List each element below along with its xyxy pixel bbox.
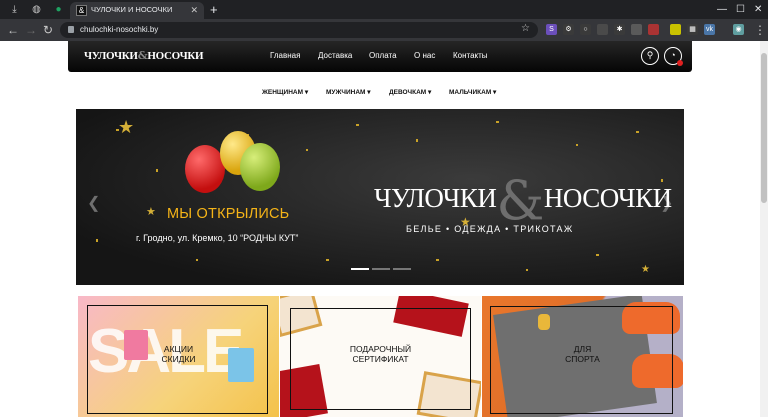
- download-icon[interactable]: ⤓: [8, 3, 21, 16]
- extension-grid-icon[interactable]: ▦: [687, 24, 698, 35]
- confetti: [436, 259, 439, 261]
- banner-headline: МЫ ОТКРЫЛИСЬ: [167, 206, 290, 222]
- confetti: [306, 149, 308, 151]
- page-scrollbar[interactable]: [760, 41, 768, 417]
- minimize-button[interactable]: —: [717, 3, 727, 16]
- slide-indicator[interactable]: [372, 268, 390, 270]
- confetti: [326, 259, 329, 261]
- category-boys-label: МАЛЬЧИКАМ: [449, 89, 492, 96]
- cart-icon[interactable]: ◔: [664, 47, 683, 66]
- banner-address: г. Гродно, ул. Кремко, 10 “РОДНЫ КУТ”: [136, 233, 299, 243]
- extension-gray-icon[interactable]: [597, 24, 608, 35]
- banner-logo: ЧУЛОЧКИ&НОСОЧКИ: [374, 169, 672, 232]
- nav-link-payment[interactable]: Оплата: [369, 51, 397, 60]
- confetti: [526, 269, 528, 271]
- logo-text-right: НОСОЧКИ: [147, 50, 204, 62]
- site-favicon-icon: &: [76, 5, 87, 16]
- extension-red-icon[interactable]: [648, 24, 659, 35]
- category-girls[interactable]: ДЕВОЧКАМ ▾: [389, 88, 431, 96]
- confetti: [416, 139, 418, 142]
- new-tab-button[interactable]: +: [210, 3, 218, 16]
- scrollbar-thumb[interactable]: [761, 53, 767, 203]
- banner-logo-left: ЧУЛОЧКИ: [374, 183, 497, 213]
- card-label-sale: АКЦИИ СКИДКИ: [161, 344, 196, 364]
- confetti: [636, 131, 639, 133]
- cart-badge: [677, 60, 683, 66]
- menu-dots-icon[interactable]: ⋮: [754, 23, 766, 37]
- lock-icon: [68, 26, 74, 33]
- tab-title: ЧУЛОЧКИ И НОСОЧКИ: [91, 5, 173, 14]
- category-women[interactable]: ЖЕНЩИНАМ ▾: [262, 88, 308, 96]
- web-page: ЧУЛОЧКИ&НОСОЧКИ Главная Доставка Оплата …: [0, 41, 760, 417]
- back-arrow-icon[interactable]: ←: [7, 23, 19, 37]
- bookmark-star-icon[interactable]: ☆: [521, 23, 530, 34]
- nav-link-contacts[interactable]: Контакты: [453, 51, 488, 60]
- confetti: [96, 239, 98, 242]
- card-label-sport: ДЛЯ СПОРТА: [565, 344, 600, 364]
- category-men[interactable]: МУЖЧИНАМ ▾: [326, 88, 371, 96]
- vk-icon[interactable]: vk: [704, 24, 715, 35]
- confetti: [596, 254, 599, 256]
- nav-link-home[interactable]: Главная: [270, 51, 300, 60]
- extension-yellow-icon[interactable]: [670, 24, 681, 35]
- address-bar[interactable]: chulochki-nosochki.by ☆: [60, 22, 538, 38]
- nav-link-about[interactable]: О нас: [414, 51, 435, 60]
- browser-tab-active[interactable]: & ЧУЛОЧКИ И НОСОЧКИ ✕: [70, 2, 204, 19]
- globe-icon[interactable]: ◍: [30, 3, 43, 16]
- slide-indicator[interactable]: [393, 268, 411, 270]
- extension-box-icon[interactable]: [631, 24, 642, 35]
- banner-logo-ampersand: &: [496, 169, 544, 232]
- grammarly-icon[interactable]: ●: [52, 3, 65, 16]
- site-header: ЧУЛОЧКИ&НОСОЧКИ Главная Доставка Оплата …: [68, 41, 692, 72]
- confetti: [156, 169, 158, 172]
- promo-card-gift[interactable]: ПОДАРОЧНЫЙ СЕРТИФИКАТ: [280, 296, 481, 417]
- android-icon[interactable]: ◉: [733, 24, 744, 35]
- confetti: [496, 121, 499, 123]
- logo-text-left: ЧУЛОЧКИ: [84, 50, 138, 62]
- category-girls-label: ДЕВОЧКАМ: [389, 89, 427, 96]
- browser-tabbar: ⤓ ◍ ● & ЧУЛОЧКИ И НОСОЧКИ ✕ + — ☐ ✕: [0, 0, 768, 19]
- banner-tagline: БЕЛЬЕ • ОДЕЖДА • ТРИКОТАЖ: [406, 224, 574, 234]
- forward-arrow-icon[interactable]: →: [25, 23, 37, 37]
- banner-logo-right: НОСОЧКИ: [543, 183, 672, 213]
- extension-gear-icon[interactable]: ⚙: [563, 24, 574, 35]
- nav-link-delivery[interactable]: Доставка: [318, 51, 352, 60]
- category-women-label: ЖЕНЩИНАМ: [262, 89, 304, 96]
- extension-bug-icon[interactable]: ✱: [614, 24, 625, 35]
- reload-icon[interactable]: ↻: [43, 23, 53, 37]
- extension-s-icon[interactable]: S: [546, 24, 557, 35]
- site-logo[interactable]: ЧУЛОЧКИ&НОСОЧКИ: [84, 49, 204, 62]
- star-decoration-icon: ★: [118, 117, 135, 137]
- confetti: [356, 124, 359, 126]
- red-balloon: [185, 145, 225, 193]
- star-decoration-icon: ★: [146, 206, 156, 218]
- green-balloon: [240, 143, 280, 191]
- extension-circle-icon[interactable]: ○: [580, 24, 591, 35]
- maximize-button[interactable]: ☐: [736, 3, 745, 16]
- card-label-gift: ПОДАРОЧНЫЙ СЕРТИФИКАТ: [349, 344, 412, 364]
- promo-card-sport[interactable]: ДЛЯ СПОРТА: [482, 296, 683, 417]
- url-text[interactable]: chulochki-nosochki.by: [80, 25, 158, 34]
- promo-card-sale[interactable]: SALE АКЦИИ СКИДКИ: [78, 296, 279, 417]
- close-window-button[interactable]: ✕: [754, 3, 762, 16]
- slide-indicator[interactable]: [351, 268, 369, 270]
- hero-banner[interactable]: ★ ★ ★ ★ ❮ ❯ МЫ ОТКРЫЛИСЬ г. Гродно, ул. …: [76, 109, 684, 285]
- close-tab-icon[interactable]: ✕: [190, 5, 198, 16]
- search-icon[interactable]: ⚲: [641, 47, 659, 65]
- prev-slide-arrow-icon[interactable]: ❮: [87, 193, 100, 213]
- browser-toolbar: ← → ↻ chulochki-nosochki.by ☆ S ⚙ ○ ✱ ▦ …: [0, 19, 768, 41]
- star-decoration-icon: ★: [641, 264, 650, 275]
- confetti: [576, 144, 578, 146]
- logo-ampersand: &: [137, 49, 148, 62]
- category-men-label: МУЖЧИНАМ: [326, 89, 366, 96]
- confetti: [196, 259, 198, 261]
- category-boys[interactable]: МАЛЬЧИКАМ ▾: [449, 88, 496, 96]
